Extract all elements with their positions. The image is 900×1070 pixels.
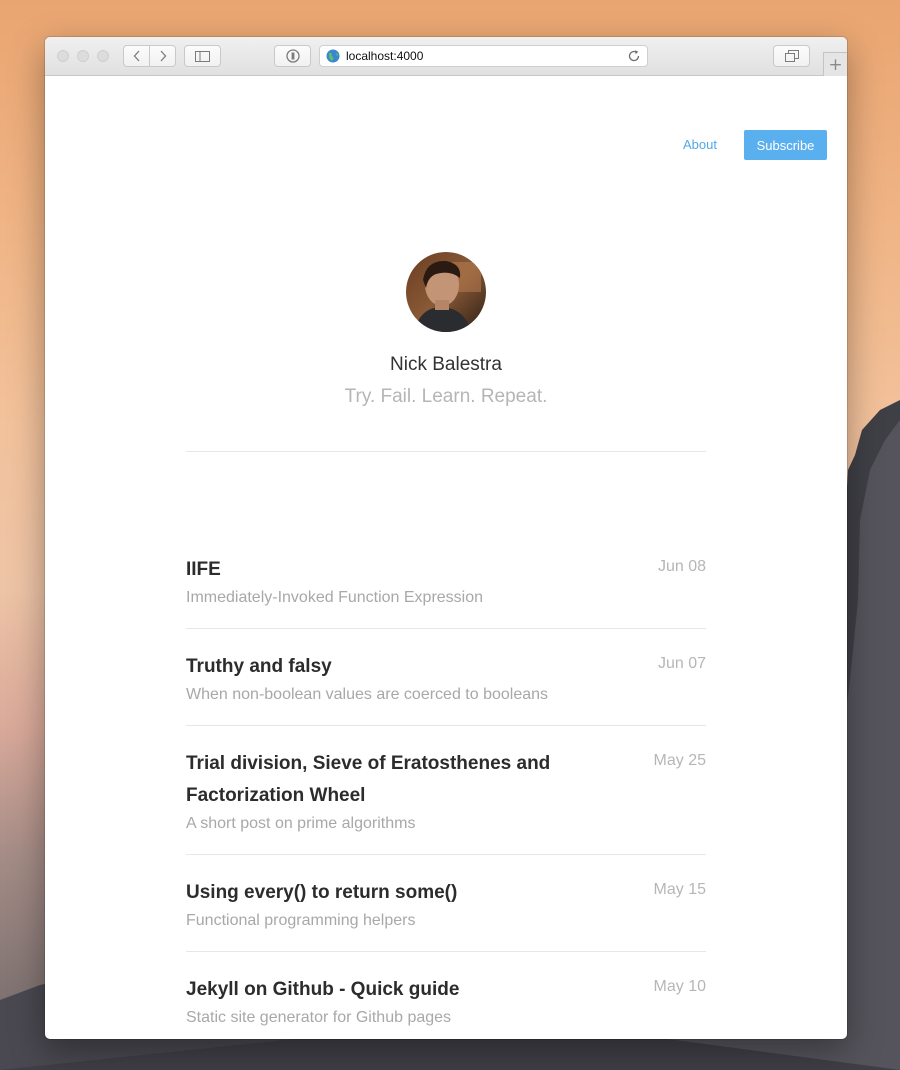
post-date: May 25: [653, 752, 706, 769]
post-date: May 10: [653, 978, 706, 995]
profile-name: Nick Balestra: [390, 354, 502, 375]
post-description: A short post on prime algorithms: [186, 815, 416, 832]
post-description: Static site generator for Github pages: [186, 1009, 452, 1026]
list-item[interactable]: Truthy and falsy Jun 07 When non-boolean…: [186, 629, 706, 726]
list-item[interactable]: Trial division, Sieve of Eratosthenes an…: [186, 726, 706, 855]
tabs-icon: [784, 50, 799, 62]
reader-button[interactable]: [274, 45, 311, 67]
close-window-button[interactable]: [57, 50, 69, 62]
tabs-overview-button[interactable]: [773, 45, 810, 67]
post-title[interactable]: Trial division, Sieve of Eratosthenes an…: [186, 748, 606, 812]
post-date: Jun 07: [657, 655, 706, 672]
address-bar[interactable]: localhost:4000: [319, 45, 648, 67]
subscribe-button[interactable]: Subscribe: [744, 130, 827, 160]
chevron-left-icon: [133, 50, 139, 62]
profile-tagline: Try. Fail. Learn. Repeat.: [344, 386, 548, 407]
url-text: localhost:4000: [346, 49, 424, 63]
post-title[interactable]: Using every() to return some(): [186, 877, 606, 909]
post-description: Functional programming helpers: [186, 912, 416, 929]
list-item[interactable]: IIFE Jun 08 Immediately-Invoked Function…: [186, 542, 706, 629]
globe-icon: [326, 49, 340, 63]
sidebar-button[interactable]: [184, 45, 221, 67]
post-date: May 15: [653, 881, 706, 898]
browser-toolbar: localhost:4000 +: [45, 37, 847, 76]
minimize-window-button[interactable]: [77, 50, 89, 62]
history-nav: [123, 45, 176, 67]
about-link[interactable]: About: [683, 137, 717, 152]
forward-button[interactable]: [149, 46, 175, 66]
post-title[interactable]: Jekyll on Github - Quick guide: [186, 974, 606, 1006]
post-list: IIFE Jun 08 Immediately-Invoked Function…: [186, 542, 706, 1039]
new-tab-button[interactable]: +: [823, 52, 847, 76]
post-title[interactable]: IIFE: [186, 554, 606, 586]
zoom-window-button[interactable]: [97, 50, 109, 62]
post-description: Immediately-Invoked Function Expression: [186, 589, 484, 606]
post-description: When non-boolean values are coerced to b…: [186, 686, 549, 703]
post-date: Jun 08: [657, 558, 706, 575]
browser-window: localhost:4000 + About Subscribe Nick Ba…: [45, 37, 847, 1039]
chevron-right-icon: [160, 50, 166, 62]
plus-icon: +: [828, 54, 843, 75]
header-divider: [186, 451, 706, 452]
list-item[interactable]: Jekyll on Github - Quick guide May 10 St…: [186, 952, 706, 1039]
post-title[interactable]: Truthy and falsy: [186, 651, 606, 683]
back-button[interactable]: [124, 46, 149, 66]
profile-photo: [406, 252, 486, 332]
avatar: [406, 252, 486, 332]
blog-page: About Subscribe Nick Balestra Try. Fail.…: [45, 76, 847, 1039]
list-item[interactable]: Using every() to return some() May 15 Fu…: [186, 855, 706, 952]
sidebar-icon: [195, 50, 210, 62]
reload-icon[interactable]: [627, 49, 641, 63]
privacy-icon: [285, 49, 300, 63]
